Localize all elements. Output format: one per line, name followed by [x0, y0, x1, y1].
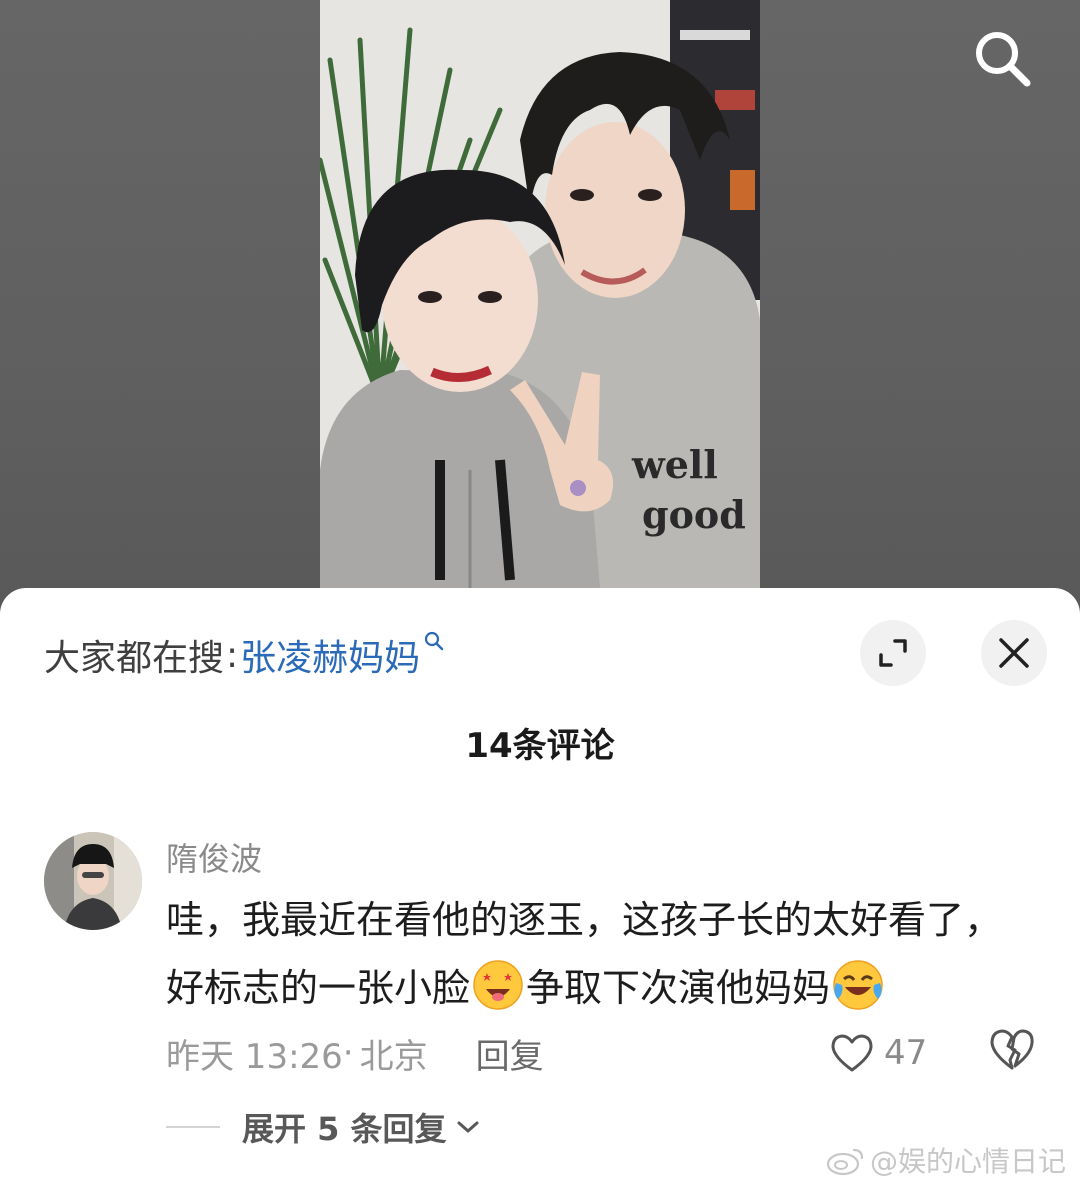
comment-body: 哇，我最近在看他的逐玉，这孩子长的太好看了，好标志的一张小脸 争取下次演他妈妈	[166, 886, 1026, 1022]
hot-search-colon: :	[226, 634, 239, 676]
chevron-down-icon	[457, 1121, 479, 1133]
broken-heart-icon	[990, 1029, 1034, 1070]
replies-divider-line	[166, 1126, 220, 1128]
weibo-logo-icon	[826, 1148, 864, 1176]
post-photo[interactable]: well good	[320, 0, 760, 588]
svg-text:well: well	[631, 442, 718, 487]
avatar[interactable]	[44, 832, 142, 930]
heart-icon	[831, 1034, 873, 1072]
svg-text:good: good	[642, 492, 746, 537]
hot-search-keyword[interactable]: 张凌赫妈妈	[240, 629, 420, 681]
location-separator: ·	[342, 1033, 354, 1073]
watermark: @娱的心情日记	[826, 1140, 1066, 1180]
expand-sheet-button[interactable]	[860, 620, 926, 686]
dislike-button[interactable]	[988, 1028, 1036, 1076]
hot-search-prefix: 大家都在搜	[44, 638, 225, 679]
close-sheet-button[interactable]	[981, 620, 1047, 686]
watermark-text: @娱的心情日记	[870, 1145, 1067, 1178]
expand-icon	[879, 639, 907, 667]
comment-username[interactable]: 隋俊波	[166, 834, 262, 880]
search-button[interactable]	[970, 26, 1034, 90]
photo-viewer: well good	[0, 0, 1080, 640]
comment-text-part2: 争取下次演他妈妈	[526, 966, 831, 1010]
comment-meta: 昨天 13:26 · 北京 回复	[166, 1029, 544, 1078]
like-count: 47	[884, 1033, 928, 1073]
expand-replies-button[interactable]: 展开 5 条回复	[166, 1104, 481, 1150]
laughing-tears-face-icon	[833, 960, 883, 1010]
comment-timestamp: 昨天 13:26	[166, 1036, 343, 1077]
like-button[interactable]: 47	[830, 1028, 927, 1078]
hot-search-bar: 大家都在搜 : 张凌赫妈妈	[44, 630, 444, 680]
search-icon	[425, 631, 444, 651]
search-icon	[976, 32, 1031, 87]
close-icon	[999, 638, 1029, 668]
star-struck-face-icon	[473, 960, 523, 1010]
comment-location: 北京	[359, 1036, 428, 1077]
comment-count-title: 14条评论	[465, 726, 615, 766]
expand-replies-label: 展开 5 条回复	[242, 1110, 447, 1148]
reply-button[interactable]: 回复	[476, 1029, 544, 1078]
